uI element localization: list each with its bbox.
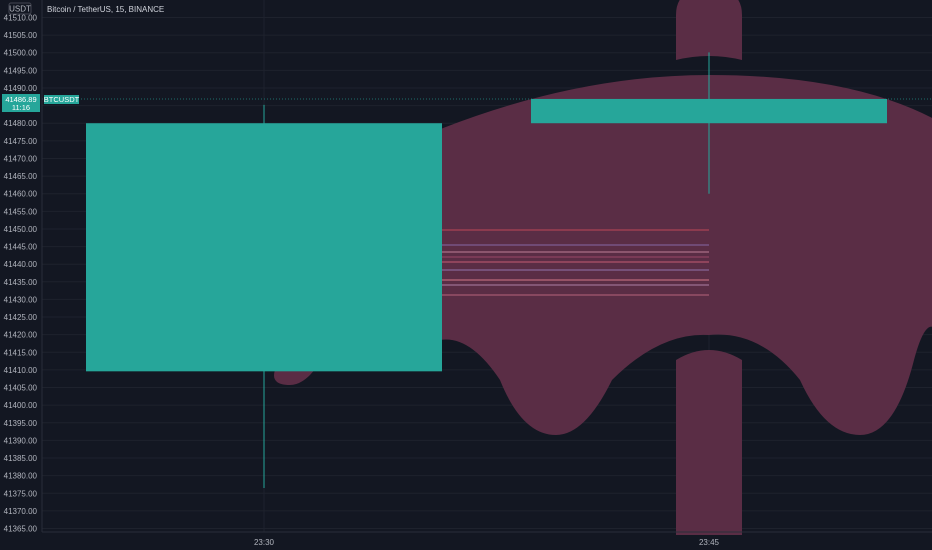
price-tick-label: 41470.00 [4, 154, 38, 163]
symbol-tag: BTCUSDT [44, 95, 80, 104]
price-tick-label: 41375.00 [4, 489, 38, 498]
candle-body[interactable] [531, 98, 887, 124]
price-tick-label: 41435.00 [4, 278, 38, 287]
price-tick-label: 41500.00 [4, 49, 38, 58]
price-tick-label: 41505.00 [4, 31, 38, 40]
price-tick-label: 41495.00 [4, 66, 38, 75]
price-tick-label: 41365.00 [4, 525, 38, 534]
price-tick-label: 41390.00 [4, 436, 38, 445]
price-tick-label: 41445.00 [4, 243, 38, 252]
price-tick-label: 41460.00 [4, 190, 38, 199]
price-tick-label: 41410.00 [4, 366, 38, 375]
price-tick-label: 41385.00 [4, 454, 38, 463]
price-tick-label: 41440.00 [4, 260, 38, 269]
price-tick-label: 41380.00 [4, 472, 38, 481]
countdown-timer: 11:16 [12, 103, 30, 112]
price-tick-label: 41415.00 [4, 348, 38, 357]
price-tick-label: 41465.00 [4, 172, 38, 181]
candle-body[interactable] [86, 123, 442, 372]
price-tick-label: 41430.00 [4, 295, 38, 304]
price-tick-label: 41425.00 [4, 313, 38, 322]
price-tick-label: 41370.00 [4, 507, 38, 516]
price-tick-label: 41405.00 [4, 384, 38, 393]
price-chart[interactable]: 41365.00 41370.00 41375.00 41380.00 41385.00… [0, 0, 932, 550]
price-tick-label: 41450.00 [4, 225, 38, 234]
price-tick-label: 41475.00 [4, 137, 38, 146]
price-tick-label: 41480.00 [4, 119, 38, 128]
price-tick-label: 41395.00 [4, 419, 38, 428]
price-tick-label: 41455.00 [4, 207, 38, 216]
currency-badge-label: USDT [9, 5, 31, 14]
price-tick-label: 41510.00 [4, 14, 38, 23]
symbol-title: Bitcoin / TetherUS, 15, BINANCE [47, 5, 164, 14]
price-tick-label: 41420.00 [4, 331, 38, 340]
price-tick-label: 41490.00 [4, 84, 38, 93]
time-tick-label: 23:45 [699, 538, 720, 547]
price-tick-label: 41400.00 [4, 401, 38, 410]
time-tick-label: 23:30 [254, 538, 275, 547]
